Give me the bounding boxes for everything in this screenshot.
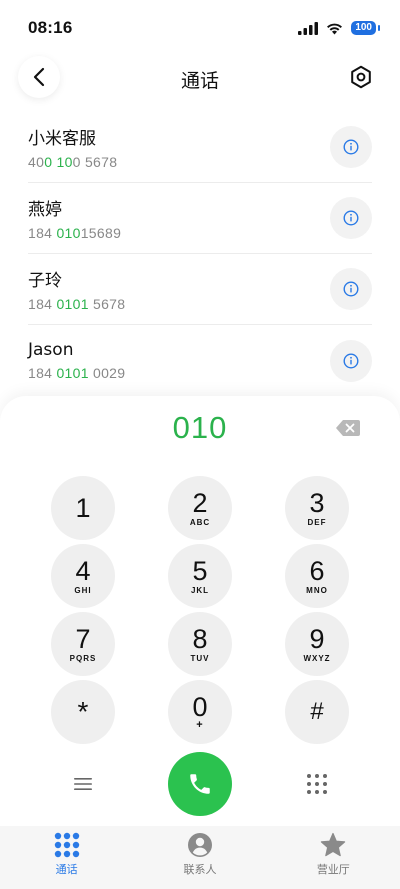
phone-icon	[190, 774, 210, 794]
menu-button[interactable]	[70, 772, 96, 796]
dial-key-5[interactable]: 5 JKL	[168, 544, 232, 608]
tab-label: 营业厅	[316, 863, 350, 876]
tab-label: 联系人	[183, 863, 217, 876]
wifi-icon	[327, 23, 343, 34]
contact-text: Jason 184 0101 0029	[28, 340, 125, 381]
contact-text: 燕婷 184 01015689	[28, 195, 121, 241]
dial-key-6[interactable]: 6 MNO	[285, 544, 349, 608]
contact-number: 184 01015689	[28, 225, 122, 241]
tab-label: 通话	[55, 863, 78, 876]
contact-info-button[interactable]	[330, 126, 372, 168]
info-icon	[343, 139, 359, 155]
gear-icon	[351, 65, 371, 89]
contact-number: 184 0101 0029	[28, 365, 126, 381]
info-icon	[343, 352, 359, 369]
contact-name: 子玲	[28, 271, 62, 291]
contact-info-button[interactable]	[330, 268, 372, 310]
contacts-icon	[187, 833, 212, 857]
tab-service-hall[interactable]: 营业厅	[267, 826, 400, 889]
contact-text: 子玲 184 0101 5678	[28, 266, 125, 312]
contact-info-button[interactable]	[330, 339, 372, 382]
contact-number: 400 100 5678	[28, 154, 118, 170]
chevron-left-icon	[33, 67, 45, 87]
dialpad-toggle-button[interactable]	[304, 772, 330, 796]
contact-name: 小米客服	[28, 129, 96, 149]
contact-row[interactable]: Jason 184 0101 0029	[28, 325, 372, 396]
status-time: 08:16	[28, 18, 73, 37]
status-icons: 100	[298, 21, 380, 35]
contact-number: 184 0101 5678	[28, 296, 126, 312]
contact-name: Jason	[28, 340, 74, 360]
info-icon	[343, 210, 359, 226]
contact-row[interactable]: 子玲 184 0101 5678	[28, 254, 372, 325]
contact-name: 燕婷	[28, 200, 62, 220]
backspace-icon	[336, 420, 360, 436]
battery-icon: 100	[351, 21, 380, 35]
dial-key-2[interactable]: 2 ABC	[168, 476, 232, 540]
page-title: 通话	[180, 69, 219, 92]
dial-key-1[interactable]: 1	[51, 476, 115, 540]
star-icon	[321, 832, 346, 857]
dial-key-hash[interactable]: #	[285, 680, 349, 744]
header: 通话	[0, 56, 400, 102]
bottom-tab-bar: 通话 联系人 营业厅	[0, 826, 400, 889]
info-icon	[343, 281, 359, 297]
backspace-button[interactable]	[336, 420, 360, 436]
back-button[interactable]	[18, 56, 60, 98]
dialpad-icon	[54, 832, 79, 858]
contact-list: 小米客服 400 100 5678 燕婷 184 01015689 子玲 184…	[28, 112, 372, 396]
dialpad-panel: 010 1 2 ABC 3 DEF 4 GHI 5 JKL 6 MNO 7 PQ…	[0, 396, 400, 826]
contact-row[interactable]: 小米客服 400 100 5678	[28, 112, 372, 183]
dial-key-8[interactable]: 8 TUV	[168, 612, 232, 676]
dial-key-9[interactable]: 9 WXYZ	[285, 612, 349, 676]
dial-key-7[interactable]: 7 PQRS	[51, 612, 115, 676]
signal-icon	[298, 21, 319, 35]
dial-key-4[interactable]: 4 GHI	[51, 544, 115, 608]
contact-row[interactable]: 燕婷 184 01015689	[28, 183, 372, 254]
status-bar: 08:16 100	[0, 0, 400, 56]
menu-icon	[74, 778, 92, 790]
contact-text: 小米客服 400 100 5678	[28, 124, 117, 170]
contact-info-button[interactable]	[330, 197, 372, 239]
dial-key-star[interactable]: *	[51, 680, 115, 744]
dots-grid-icon	[307, 774, 327, 794]
tab-calls[interactable]: 通话	[0, 826, 133, 889]
dial-key-0[interactable]: 0 +	[168, 680, 232, 744]
dial-key-3[interactable]: 3 DEF	[285, 476, 349, 540]
tab-contacts[interactable]: 联系人	[133, 826, 266, 889]
settings-button[interactable]	[348, 64, 374, 90]
call-button[interactable]	[168, 752, 232, 816]
